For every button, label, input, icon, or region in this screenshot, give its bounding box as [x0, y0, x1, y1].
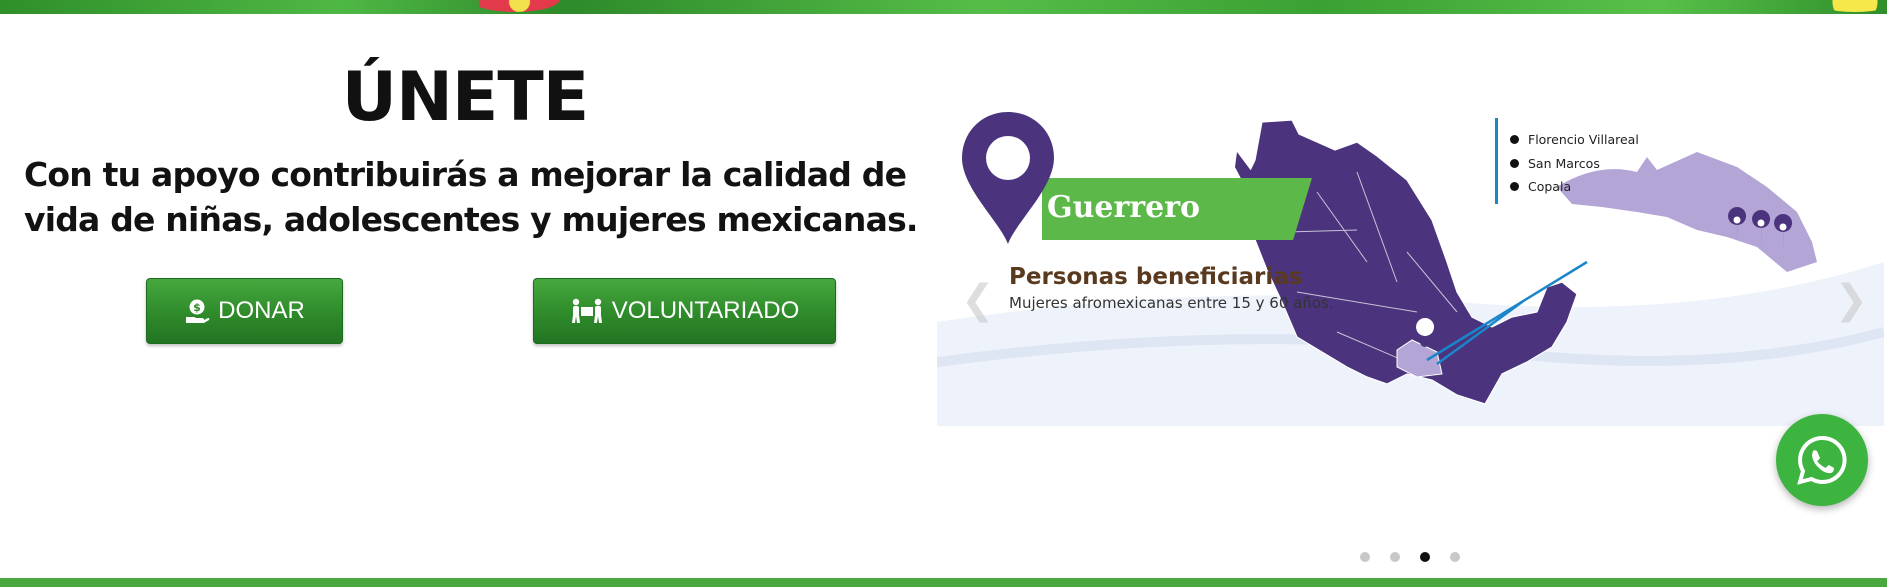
carousel-indicator[interactable] — [1420, 552, 1430, 562]
location-pin-icon — [962, 112, 1054, 244]
list-item: San Marcos — [1510, 152, 1639, 176]
page-subtitle: Con tu apoyo contribuirás a mejorar la c… — [24, 155, 918, 239]
municipality-list: Florencio Villareal San Marcos Copala — [1510, 128, 1639, 199]
whatsapp-icon — [1797, 435, 1847, 485]
carousel-indicator[interactable] — [1450, 552, 1460, 562]
flower-decoration — [470, 0, 560, 12]
bottom-band — [0, 578, 1887, 587]
beneficiaries-description: Mujeres afromexicanas entre 15 y 60 años… — [1009, 294, 1334, 312]
page-title: ÚNETE — [341, 58, 589, 137]
carousel-next-button[interactable]: ❯ — [1834, 280, 1868, 320]
top-decorative-band — [0, 0, 1887, 14]
chevron-left-icon: ❮ — [961, 277, 995, 323]
state-name: Guerrero — [1047, 190, 1201, 225]
people-carry-icon — [570, 298, 604, 324]
list-item: Copala — [1510, 175, 1639, 199]
carousel-indicator[interactable] — [1390, 552, 1400, 562]
beneficiaries-title: Personas beneficiarias — [1009, 264, 1303, 290]
donar-label: DONAR — [218, 297, 305, 324]
flower-decoration — [1810, 0, 1887, 12]
donar-button[interactable]: $ DONAR — [146, 278, 343, 344]
money-hand-icon: $ — [184, 298, 210, 324]
voluntariado-label: VOLUNTARIADO — [611, 297, 800, 324]
carousel-indicator[interactable] — [1360, 552, 1370, 562]
chevron-right-icon: ❯ — [1834, 277, 1868, 323]
municipality-divider — [1495, 118, 1498, 204]
carousel-prev-button[interactable]: ❮ — [961, 280, 995, 320]
list-item: Florencio Villareal — [1510, 128, 1639, 152]
whatsapp-button[interactable] — [1776, 414, 1868, 506]
voluntariado-button[interactable]: VOLUNTARIADO — [533, 278, 836, 344]
carousel-indicators — [1360, 552, 1460, 562]
image-carousel[interactable]: Guerrero Personas beneficiarias Mujeres … — [937, 112, 1884, 426]
svg-text:$: $ — [193, 301, 201, 314]
